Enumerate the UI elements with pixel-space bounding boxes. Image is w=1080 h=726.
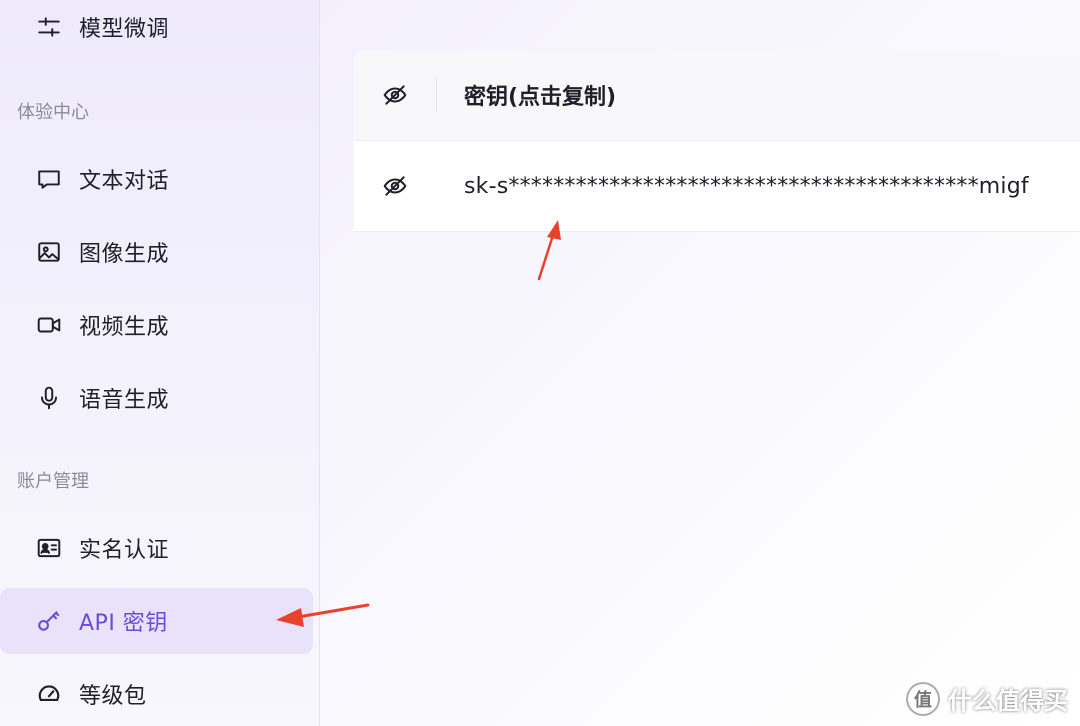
gauge-icon <box>36 681 62 707</box>
sidebar: 模型微调 体验中心 文本对话 图像生成 视频生成 语音生成 账户管理 实名认证 … <box>0 0 320 726</box>
sidebar-item-label: 等级包 <box>79 684 147 709</box>
watermark-text: 什么值得买 <box>948 687 1068 715</box>
eye-off-icon <box>383 176 407 196</box>
sidebar-item-label: 模型微调 <box>79 17 170 42</box>
column-divider <box>436 78 437 112</box>
table-header: 密钥(点击复制) <box>354 50 1080 141</box>
sidebar-item-image-gen[interactable]: 图像生成 <box>0 219 313 285</box>
api-key-table: 密钥(点击复制) sk-s***************************… <box>354 50 1080 232</box>
chat-bubble-icon <box>36 166 62 192</box>
toggle-key-visibility-button[interactable] <box>354 141 436 231</box>
api-key-value[interactable]: sk-s************************************… <box>464 174 1029 199</box>
sidebar-item-model-finetune[interactable]: 模型微调 <box>0 0 313 60</box>
image-icon <box>36 239 62 265</box>
table-row: sk-s************************************… <box>354 141 1080 232</box>
video-camera-icon <box>36 312 62 338</box>
sidebar-item-label: 实名认证 <box>79 538 170 563</box>
column-header-key: 密钥(点击复制) <box>464 85 617 110</box>
toggle-all-visibility-button[interactable] <box>354 50 436 140</box>
sidebar-item-text-chat[interactable]: 文本对话 <box>0 146 313 212</box>
sidebar-item-label: API 密钥 <box>79 611 168 636</box>
sidebar-item-label: 文本对话 <box>79 169 170 194</box>
eye-off-icon <box>383 85 407 105</box>
sidebar-item-real-name-auth[interactable]: 实名认证 <box>0 515 313 581</box>
sidebar-item-api-key[interactable]: API 密钥 <box>0 588 313 654</box>
sidebar-item-level-package[interactable]: 等级包 <box>0 661 313 726</box>
sidebar-item-voice-gen[interactable]: 语音生成 <box>0 365 313 431</box>
sidebar-item-label: 视频生成 <box>79 315 170 340</box>
section-label-experience: 体验中心 <box>17 102 89 123</box>
sliders-icon <box>36 14 62 40</box>
key-icon <box>36 608 62 634</box>
section-label-account: 账户管理 <box>17 471 89 492</box>
sidebar-item-label: 图像生成 <box>79 242 170 267</box>
microphone-icon <box>36 385 62 411</box>
id-card-icon <box>36 535 62 561</box>
sidebar-item-label: 语音生成 <box>79 388 170 413</box>
watermark-logo-icon: 值 <box>906 681 940 716</box>
sidebar-item-video-gen[interactable]: 视频生成 <box>0 292 313 358</box>
watermark: 值 什么值得买 <box>906 681 1068 716</box>
